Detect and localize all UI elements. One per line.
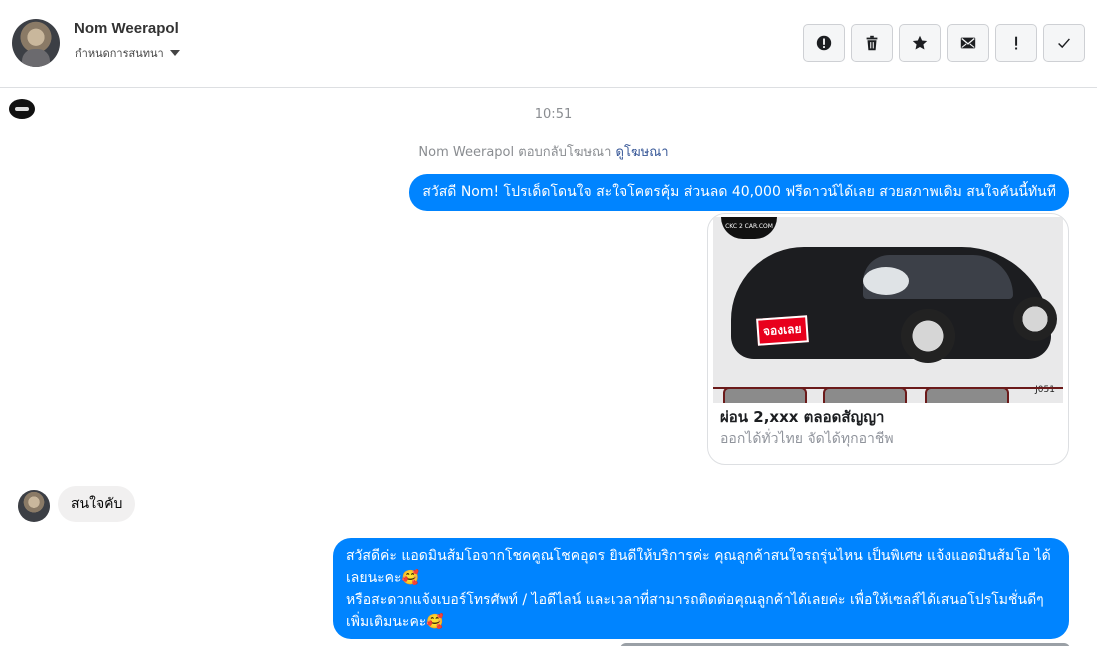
message-line: สวัสดีค่ะ แอดมินส้มโอจากโชคคูณโชคอุดร ยิ… xyxy=(346,548,1051,586)
dealer-logo: CKC 2 CAR.COM xyxy=(721,217,777,239)
star-button[interactable] xyxy=(899,24,941,62)
contact-avatar[interactable] xyxy=(12,19,60,67)
alert-circle-icon xyxy=(816,35,832,51)
mark-spam-button[interactable] xyxy=(803,24,845,62)
assign-label: กำหนดการสนทนา xyxy=(75,47,164,60)
ad-reply-text: Nom Weerapol ตอบกลับโฆษณา xyxy=(418,145,612,160)
car-image: CKC 2 CAR.COM จองเลย J051 xyxy=(713,217,1063,403)
star-icon xyxy=(912,35,928,50)
view-ad-link[interactable]: ดูโฆษณา xyxy=(616,145,669,160)
ad-card[interactable]: CKC 2 CAR.COM จองเลย J051 ผ่อน 2,xxx ตลอ… xyxy=(707,213,1069,465)
assign-conversation-dropdown[interactable]: กำหนดการสนทนา xyxy=(75,44,180,62)
incoming-message: สนใจคับ xyxy=(58,486,136,522)
contact-name[interactable]: Nom Weerapol xyxy=(74,20,179,37)
ad-reply-notice: Nom Weerapol ตอบกลับโฆษณา ดูโฆษณา xyxy=(0,141,1087,162)
outgoing-message: สวัสดีค่ะ แอดมินส้มโอจากโชคคูณโชคอุดร ยิ… xyxy=(333,538,1069,639)
mark-done-button[interactable] xyxy=(1043,24,1085,62)
message-line: หรือสะดวกแจ้งเบอร์โทรศัพท์ / ไอดีไลน์ แล… xyxy=(346,592,1044,630)
promo-tag: จองเลย xyxy=(756,315,809,346)
ad-card-subtitle: ออกได้ทั่วไทย จัดได้ทุกอาชีพ xyxy=(720,431,894,447)
conversation-toolbar xyxy=(803,24,1085,62)
delete-button[interactable] xyxy=(851,24,893,62)
caret-down-icon xyxy=(169,50,180,56)
message-timestamp: 10:51 xyxy=(534,107,573,122)
envelope-icon xyxy=(960,37,976,49)
mark-unread-button[interactable] xyxy=(947,24,989,62)
follow-up-button[interactable] xyxy=(995,24,1037,62)
contact-avatar-small xyxy=(18,490,50,522)
trash-icon xyxy=(866,35,878,51)
check-icon xyxy=(1058,38,1070,49)
exclamation-icon xyxy=(1015,36,1018,50)
outgoing-message: สวัสดี Nom! โปรเด็ดโดนใจ สะใจโคตรคุ้ม ส่… xyxy=(409,174,1069,211)
conversation-header: Nom Weerapol กำหนดการสนทนา xyxy=(0,0,1097,88)
ad-card-title: ผ่อน 2,xxx ตลอดสัญญา xyxy=(720,408,885,426)
